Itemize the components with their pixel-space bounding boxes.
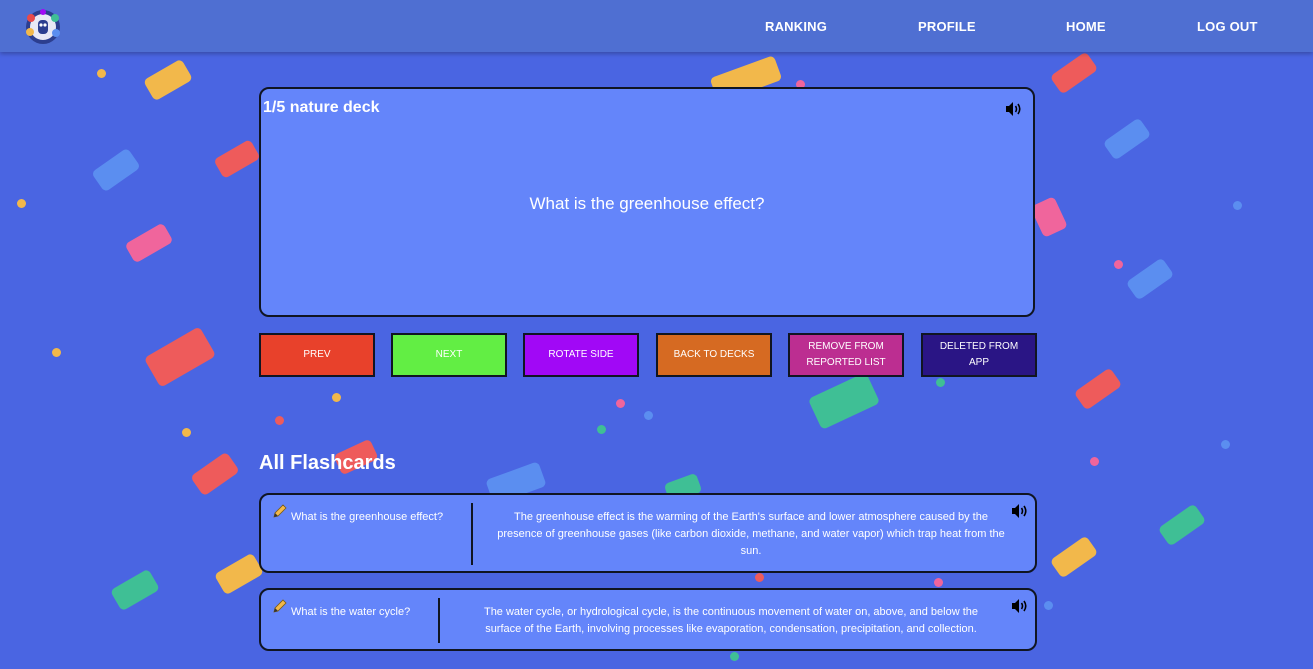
confetti-dot <box>1221 440 1230 449</box>
nav-ranking-link[interactable]: RANKING <box>765 19 827 34</box>
speaker-icon[interactable] <box>1011 503 1029 519</box>
confetti-dot <box>934 578 943 587</box>
rotate-side-button[interactable]: ROTATE SIDE <box>523 333 639 377</box>
confetti-dot <box>332 393 341 402</box>
app-logo[interactable] <box>24 8 62 46</box>
confetti-dot <box>936 378 945 387</box>
pencil-icon[interactable] <box>272 598 288 614</box>
flashcard-divider <box>438 598 440 643</box>
flashcard-list-question: What is the greenhouse effect? <box>291 511 444 523</box>
confetti-dot <box>644 411 653 420</box>
confetti-dot <box>97 69 106 78</box>
flashcard-list-question: What is the water cycle? <box>291 606 411 618</box>
confetti-dot <box>182 428 191 437</box>
nav-logout-link[interactable]: LOG OUT <box>1197 19 1258 34</box>
confetti-piece <box>1030 196 1068 238</box>
flashcard-list-answer: The water cycle, or hydrological cycle, … <box>483 606 979 635</box>
confetti-piece <box>1073 367 1123 411</box>
speaker-icon[interactable] <box>1011 598 1029 614</box>
all-flashcards-heading: All Flashcards <box>259 452 396 474</box>
confetti-piece <box>143 326 217 388</box>
confetti-dot <box>730 652 739 661</box>
confetti-piece <box>1125 257 1175 301</box>
pencil-icon[interactable] <box>272 503 288 519</box>
confetti-piece <box>1157 503 1207 547</box>
confetti-piece <box>1049 535 1099 579</box>
remove-from-reported-button[interactable]: REMOVE FROM REPORTED LIST <box>788 333 904 377</box>
prev-button[interactable]: PREV <box>259 333 375 377</box>
confetti-dot <box>597 425 606 434</box>
confetti-dot <box>755 573 764 582</box>
confetti-dot <box>275 416 284 425</box>
confetti-dot <box>616 399 625 408</box>
confetti-piece <box>807 372 881 430</box>
confetti-dot <box>1114 260 1123 269</box>
confetti-piece <box>109 568 161 612</box>
confetti-piece <box>190 451 240 497</box>
confetti-dot <box>52 348 61 357</box>
confetti-piece <box>91 147 141 193</box>
confetti-piece <box>1049 51 1099 95</box>
confetti-piece <box>142 58 194 102</box>
confetti-piece <box>213 138 261 180</box>
confetti-piece <box>213 552 265 596</box>
nav-profile-link[interactable]: PROFILE <box>918 19 976 34</box>
flashcard-viewer[interactable]: 1/5 nature deck What is the greenhouse e… <box>259 87 1035 317</box>
flashcard-question: What is the greenhouse effect? <box>529 194 765 213</box>
flashcard-divider <box>471 503 473 565</box>
speaker-icon[interactable] <box>1005 101 1023 117</box>
flashcard-list-item: What is the water cycle? The water cycle… <box>259 588 1037 651</box>
confetti-dot <box>1090 457 1099 466</box>
confetti-piece <box>124 222 174 264</box>
deck-progress-title: 1/5 nature deck <box>263 99 380 116</box>
back-to-decks-button[interactable]: BACK TO DECKS <box>656 333 772 377</box>
confetti-dot <box>1233 201 1242 210</box>
navbar: RANKING PROFILE HOME LOG OUT <box>0 0 1313 52</box>
next-button[interactable]: NEXT <box>391 333 507 377</box>
flashcard-list-item: What is the greenhouse effect? The green… <box>259 493 1037 573</box>
confetti-piece <box>1102 117 1152 161</box>
nav-home-link[interactable]: HOME <box>1066 19 1106 34</box>
deleted-from-app-button[interactable]: DELETED FROM APP <box>921 333 1037 377</box>
confetti-dot <box>17 199 26 208</box>
flashcard-list-answer: The greenhouse effect is the warming of … <box>497 511 1005 557</box>
confetti-dot <box>1044 601 1053 610</box>
